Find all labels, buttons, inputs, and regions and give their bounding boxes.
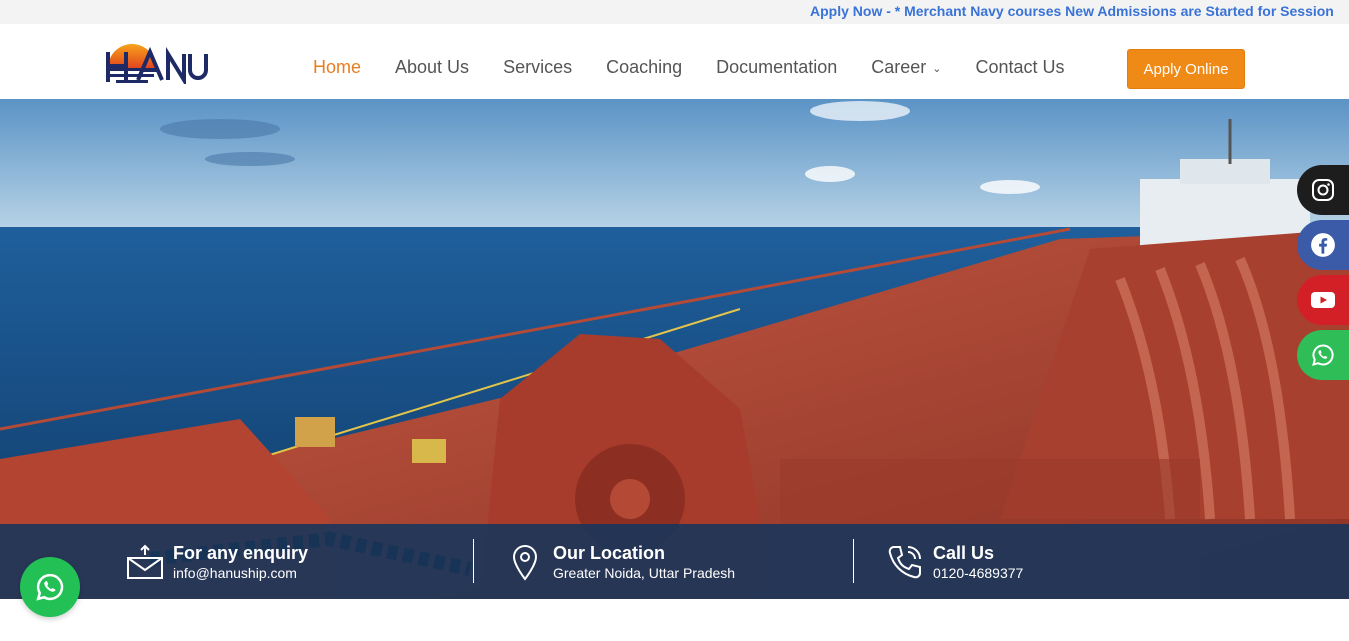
location-title: Our Location: [553, 542, 665, 563]
mail-upload-icon: [125, 542, 165, 582]
nav-documentation[interactable]: Documentation: [716, 57, 837, 78]
instagram-icon: [1312, 179, 1334, 201]
nav-about-us[interactable]: About Us: [395, 57, 469, 78]
nav-career-label: Career: [871, 57, 927, 77]
whatsapp-button[interactable]: [1297, 330, 1349, 380]
whatsapp-icon: [36, 573, 64, 601]
divider: [473, 539, 474, 583]
call-title: Call Us: [933, 542, 995, 563]
ticker-text[interactable]: Apply Now - * Merchant Navy courses New …: [810, 3, 1334, 19]
apply-online-button[interactable]: Apply Online: [1127, 49, 1245, 89]
youtube-icon: [1311, 292, 1335, 308]
location-value: Greater Noida, Uttar Pradesh: [553, 564, 736, 581]
facebook-icon: [1311, 233, 1335, 257]
hanu-logo[interactable]: [104, 40, 208, 88]
call-number[interactable]: 0120-4689377: [933, 564, 1023, 582]
whatsapp-icon: [1312, 344, 1334, 366]
enquiry-email[interactable]: info@hanuship.com: [173, 564, 308, 582]
call-info[interactable]: Call Us 0120-4689377: [885, 524, 1023, 599]
youtube-button[interactable]: [1297, 275, 1349, 325]
instagram-button[interactable]: [1297, 165, 1349, 215]
main-nav: Home About Us Services Coaching Document…: [313, 57, 1099, 78]
announcement-ticker: Apply Now - * Merchant Navy courses New …: [0, 0, 1349, 24]
nav-coaching[interactable]: Coaching: [606, 57, 682, 78]
site-header: Home About Us Services Coaching Document…: [0, 24, 1349, 99]
nav-contact-us[interactable]: Contact Us: [975, 57, 1064, 78]
chevron-down-icon: ⌄: [932, 62, 942, 75]
enquiry-title: For any enquiry: [173, 542, 309, 563]
phone-icon: [885, 542, 925, 582]
nav-services[interactable]: Services: [503, 57, 572, 78]
location-pin-icon: [505, 542, 545, 582]
contact-info-bar: For any enquiry info@hanuship.com Our Lo…: [0, 524, 1349, 599]
nav-career[interactable]: Career ⌄: [871, 57, 941, 78]
enquiry-info[interactable]: For any enquiry info@hanuship.com: [125, 524, 308, 599]
divider: [853, 539, 854, 583]
location-info: Our Location Greater Noida, Uttar Prades…: [505, 524, 735, 599]
nav-home[interactable]: Home: [313, 57, 361, 78]
whatsapp-chat-button[interactable]: [20, 557, 80, 617]
facebook-button[interactable]: [1297, 220, 1349, 270]
